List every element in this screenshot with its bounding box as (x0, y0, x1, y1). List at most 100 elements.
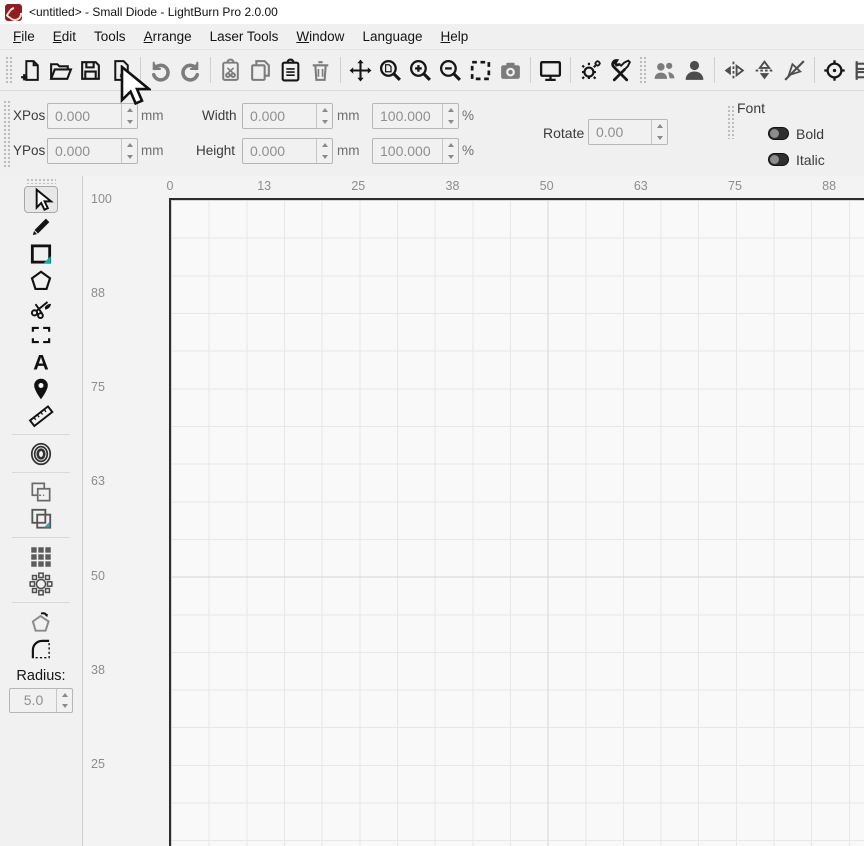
height-spinner[interactable] (316, 139, 332, 163)
menu-arrange[interactable]: Arrange (135, 26, 201, 47)
settings-button[interactable] (577, 55, 604, 85)
menu-window[interactable]: Window (287, 26, 353, 47)
zoom-in-button[interactable] (407, 55, 434, 85)
align-left-button[interactable] (851, 55, 864, 85)
delete-button[interactable] (307, 55, 334, 85)
xpos-field[interactable]: 0.000 (47, 103, 138, 129)
edit-nodes-tool[interactable] (24, 321, 58, 348)
menu-file[interactable]: File (4, 26, 44, 47)
undo-icon (148, 58, 173, 83)
trim-tool[interactable] (24, 294, 58, 321)
offset-rings-icon (28, 441, 54, 467)
v-ruler-label: 25 (91, 757, 105, 771)
menu-language[interactable]: Language (353, 26, 431, 47)
ungroup-button[interactable] (681, 55, 708, 85)
circular-array-icon (28, 571, 54, 597)
menu-edit[interactable]: Edit (44, 26, 85, 47)
text-a-icon: A (28, 349, 54, 375)
apply-path-tool[interactable] (24, 608, 58, 635)
boolean-tool[interactable] (24, 505, 58, 532)
toolbar-grip[interactable] (3, 100, 10, 168)
frame-selection-button[interactable] (467, 55, 494, 85)
menu-tools[interactable]: Tools (85, 26, 135, 47)
draw-lines-tool[interactable] (24, 213, 58, 240)
scale-x-unit: % (462, 108, 474, 124)
undo-button[interactable] (147, 55, 174, 85)
copy-button[interactable] (247, 55, 274, 85)
camera-icon (498, 58, 523, 83)
position-laser-tool[interactable] (24, 375, 58, 402)
import-button[interactable] (107, 55, 134, 85)
italic-toggle[interactable] (768, 153, 789, 166)
mirror-line-icon (782, 58, 807, 83)
position-laser-button[interactable] (821, 55, 848, 85)
gear-icon (578, 58, 603, 83)
person-icon (682, 58, 707, 83)
weld-shapes-tool[interactable] (24, 478, 58, 505)
ypos-spinner[interactable] (121, 139, 137, 163)
v-ruler-label: 63 (91, 474, 105, 488)
flip-horizontal-button[interactable] (721, 55, 748, 85)
menu-bar: File Edit Tools Arrange Laser Tools Wind… (0, 24, 864, 50)
zoom-in-icon (408, 58, 433, 83)
workspace-canvas[interactable]: 013253850637588 100887563503825 (83, 176, 864, 846)
new-file-button[interactable] (17, 55, 44, 85)
zoom-to-page-button[interactable] (377, 55, 404, 85)
corner-brackets-icon (28, 322, 54, 348)
toolpanel-grip[interactable] (26, 178, 56, 184)
svg-text:A: A (33, 349, 49, 374)
radius-field[interactable]: 5.0 (9, 688, 73, 713)
toolbar-grip[interactable] (727, 105, 734, 139)
group-button[interactable] (651, 55, 678, 85)
radius-spinner[interactable] (56, 689, 72, 712)
paste-button[interactable] (277, 55, 304, 85)
zoom-out-icon (438, 58, 463, 83)
grid-array-tool[interactable] (24, 543, 58, 570)
rotate-field[interactable]: 0.00 (588, 119, 668, 145)
scale-y-field[interactable]: 100.000 (372, 138, 459, 164)
offset-shapes-tool[interactable] (24, 440, 58, 467)
numeric-edit-toolbar: XPos 0.000 mm YPos 0.000 mm Width 0.000 … (0, 91, 864, 178)
scale-y-spinner[interactable] (442, 139, 458, 163)
select-tool[interactable] (24, 186, 58, 213)
frame-selection-icon (468, 58, 493, 83)
pentagon-icon (28, 268, 54, 294)
rotate-spinner[interactable] (651, 120, 667, 144)
menu-help[interactable]: Help (432, 26, 478, 47)
mirror-across-line-button[interactable] (781, 55, 808, 85)
redo-button[interactable] (177, 55, 204, 85)
toolbar-separator (570, 57, 571, 83)
scale-x-field[interactable]: 100.000 (372, 103, 459, 129)
zoom-out-button[interactable] (437, 55, 464, 85)
open-file-button[interactable] (47, 55, 74, 85)
toolbar-grip[interactable] (5, 56, 12, 84)
width-spinner[interactable] (316, 104, 332, 128)
device-settings-button[interactable] (607, 55, 634, 85)
polygon-tool[interactable] (24, 267, 58, 294)
main-toolbar (0, 50, 864, 91)
width-field[interactable]: 0.000 (242, 103, 333, 129)
bold-toggle[interactable] (768, 127, 789, 140)
text-tool[interactable]: A (24, 348, 58, 375)
camera-button[interactable] (497, 55, 524, 85)
save-button[interactable] (77, 55, 104, 85)
ypos-field[interactable]: 0.000 (47, 138, 138, 164)
pan-button[interactable] (347, 55, 374, 85)
toolbar-separator (814, 57, 815, 83)
flip-vertical-button[interactable] (751, 55, 778, 85)
measure-tool[interactable] (24, 402, 58, 429)
xpos-spinner[interactable] (121, 104, 137, 128)
cut-clipboard-icon (218, 58, 243, 83)
height-field[interactable]: 0.000 (242, 138, 333, 164)
cut-button[interactable] (217, 55, 244, 85)
circular-array-tool[interactable] (24, 570, 58, 597)
corner-radius-tool[interactable] (24, 635, 58, 662)
menu-laser-tools[interactable]: Laser Tools (201, 26, 288, 47)
rectangle-tool[interactable] (24, 240, 58, 267)
panel-separator (12, 434, 70, 435)
select-arrow-icon (28, 187, 54, 213)
work-area[interactable] (169, 198, 864, 846)
toolbar-grip[interactable] (639, 56, 646, 84)
preview-button[interactable] (537, 55, 564, 85)
scale-x-spinner[interactable] (442, 104, 458, 128)
